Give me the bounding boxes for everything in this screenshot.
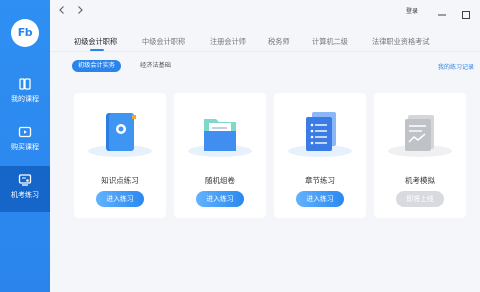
chevron-left-icon[interactable] (56, 4, 68, 16)
category-tabs: 初级会计职称 中级会计职称 注册会计师 税务师 计算机二级 法律职业资格考试 (50, 30, 480, 52)
folder-icon (204, 119, 236, 151)
card-knowledge-practice: 知识点练习 进入练习 (74, 93, 166, 218)
coming-soon-button: 即将上线 (396, 191, 444, 207)
tab-cpa[interactable]: 注册会计师 (210, 37, 246, 47)
card-random-paper: 随机组卷 进入练习 (174, 93, 266, 218)
subject-tabs: 初级会计实务 经济法基础 我的练习记录 (50, 60, 480, 74)
tab-computer-level-2[interactable]: 计算机二级 (312, 37, 348, 47)
tab-legal-qualification[interactable]: 法律职业资格考试 (372, 37, 430, 47)
sidebar-item-label: 机考练习 (11, 191, 39, 199)
practice-record-link[interactable]: 我的练习记录 (438, 62, 474, 71)
sidebar: Fb 我的课程 购买课程 机考练习 (0, 0, 50, 292)
exam-paper-icon (405, 115, 434, 151)
card-mock-exam: 机考模拟 即将上线 (374, 93, 466, 218)
sidebar-item-label: 购买课程 (11, 143, 39, 151)
minimize-icon[interactable] (436, 5, 448, 16)
sidebar-item-buy-courses[interactable]: 购买课程 (0, 118, 50, 164)
sidebar-item-my-courses[interactable]: 我的课程 (0, 70, 50, 116)
main-panel: 登录 初级会计职称 中级会计职称 注册会计师 税务师 计算机二级 法律职业资格考… (50, 0, 480, 292)
subtab-economic-law[interactable]: 经济法基础 (134, 60, 177, 72)
card-title: 机考模拟 (405, 176, 435, 185)
enter-practice-button[interactable]: 进入练习 (96, 191, 144, 207)
subtab-accounting-practice[interactable]: 初级会计实务 (72, 60, 122, 72)
card-title: 章节练习 (305, 176, 335, 185)
enter-practice-button[interactable]: 进入练习 (296, 191, 344, 207)
app-logo: Fb (11, 19, 39, 47)
card-chapter-practice: 章节练习 进入练习 (274, 93, 366, 218)
tab-intermediate-accountant[interactable]: 中级会计职称 (142, 37, 185, 47)
enter-practice-button[interactable]: 进入练习 (196, 191, 244, 207)
card-title: 随机组卷 (205, 176, 235, 185)
exam-screen-icon (18, 174, 32, 186)
video-play-icon (18, 126, 32, 138)
document-stack-icon (306, 112, 336, 151)
chevron-right-icon[interactable] (74, 4, 86, 16)
title-bar: 登录 (50, 0, 480, 22)
active-tab-indicator (90, 49, 104, 51)
maximize-icon[interactable] (460, 5, 472, 19)
tab-tax-agent[interactable]: 税务师 (268, 37, 290, 47)
sidebar-item-exam-practice[interactable]: 机考练习 (0, 166, 50, 212)
login-link[interactable]: 登录 (406, 6, 418, 15)
card-title: 知识点练习 (101, 176, 139, 185)
book-icon (19, 78, 31, 90)
tab-junior-accountant[interactable]: 初级会计职称 (74, 37, 117, 47)
sidebar-item-label: 我的课程 (11, 95, 39, 103)
knowledge-book-icon (106, 113, 136, 151)
